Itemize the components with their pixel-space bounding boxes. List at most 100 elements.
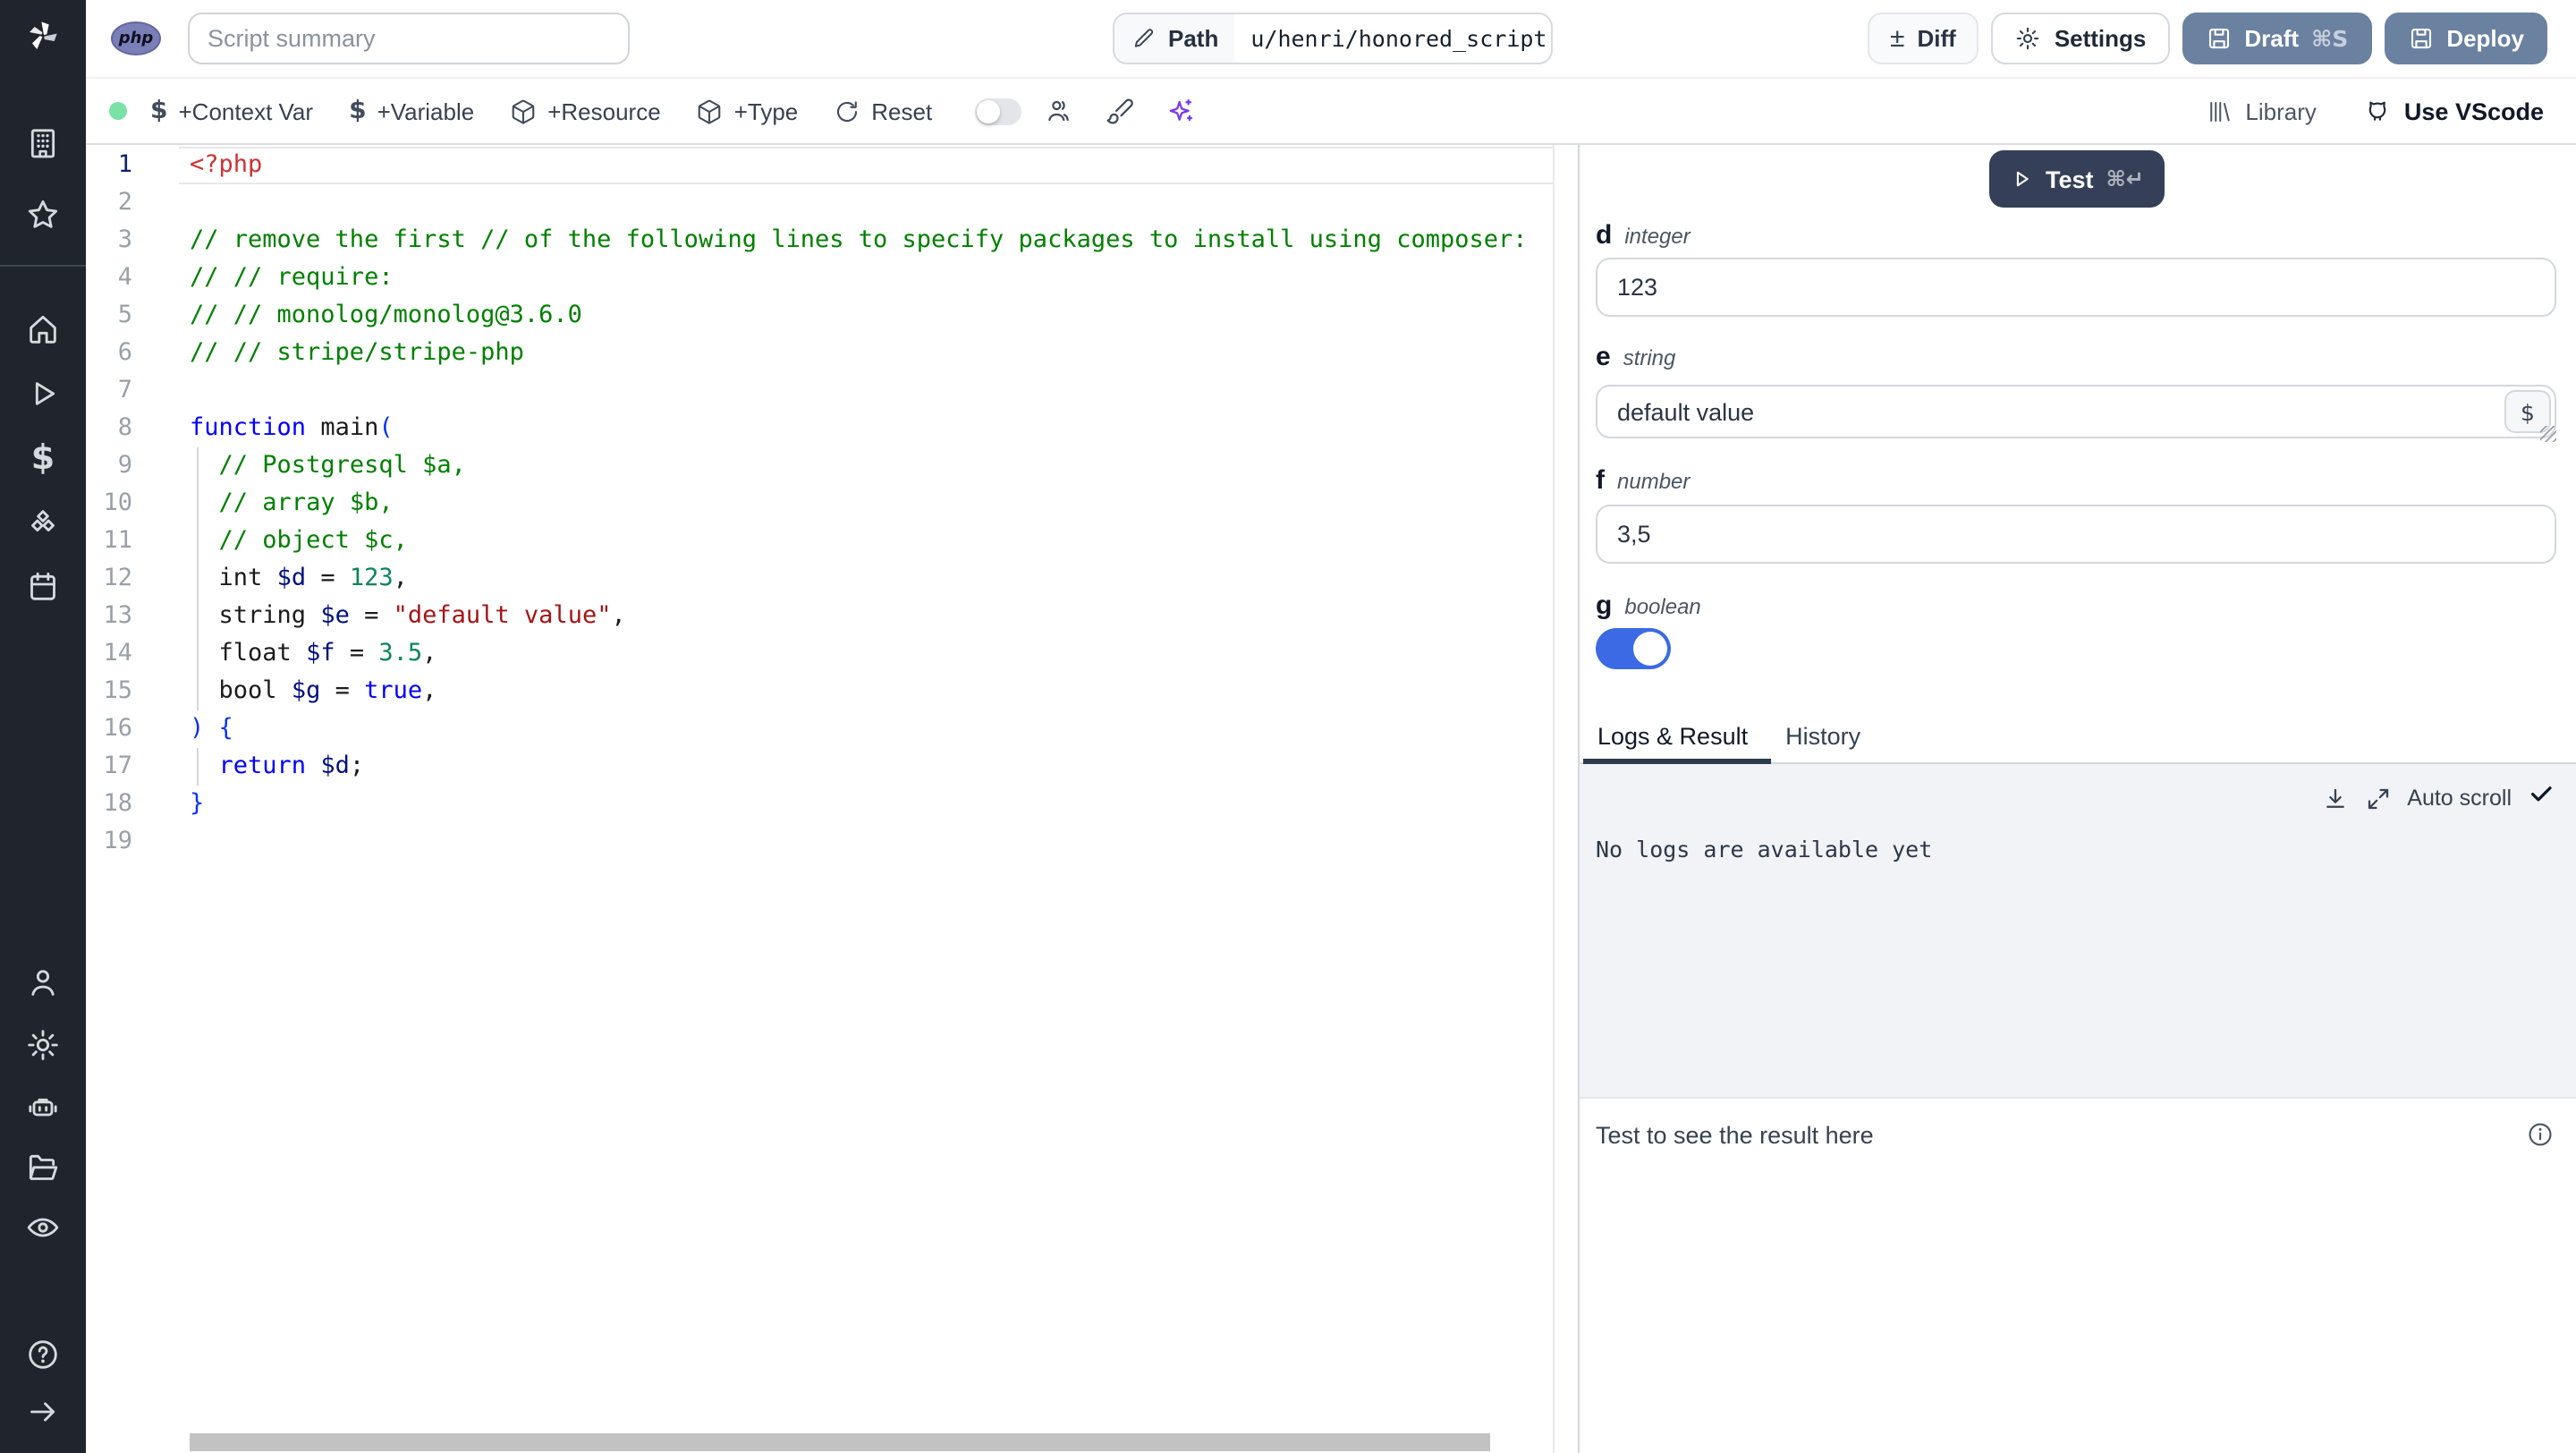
resize-handle[interactable] [2540, 426, 2556, 442]
settings-button[interactable]: Settings [1991, 13, 2170, 64]
add-resource-button[interactable]: +Resource [510, 98, 661, 124]
edit-path-button[interactable]: Path [1114, 14, 1235, 63]
code-line[interactable]: int $d = 123, [190, 560, 1553, 598]
path-label: Path [1168, 25, 1219, 52]
sidebar-item-audit-eye[interactable] [25, 1210, 61, 1245]
favorites-star-icon[interactable] [25, 197, 61, 233]
code-line[interactable]: // object $c, [190, 523, 1553, 560]
sidebar-item-schedules[interactable] [25, 569, 61, 605]
library-icon [2210, 101, 2231, 121]
line-number: 1 [117, 150, 132, 179]
test-button[interactable]: Test ⌘↵ [1988, 150, 2164, 208]
format-brush-icon[interactable] [1100, 91, 1140, 131]
deploy-button[interactable]: Deploy [2384, 13, 2547, 64]
line-number: 7 [117, 376, 132, 404]
top-bar: php Path u/henri/honored_script ± Diff S… [86, 0, 2576, 79]
use-vscode-button[interactable]: Use VScode [2363, 97, 2544, 125]
help-icon[interactable] [25, 1337, 61, 1372]
code-line[interactable]: bool $g = true, [190, 673, 1553, 710]
line-number: 16 [103, 714, 132, 743]
field-type: boolean [1624, 594, 1701, 619]
test-shortcut: ⌘↵ [2106, 166, 2144, 191]
sidebar-divider [0, 265, 86, 267]
code-line[interactable]: function main( [190, 410, 1553, 447]
code-line[interactable] [190, 184, 1553, 222]
line-number: 2 [117, 188, 132, 217]
draft-shortcut: ⌘S [2311, 25, 2349, 52]
code-line[interactable]: // Postgresql $a, [190, 447, 1553, 485]
field-input-f[interactable] [1596, 505, 2556, 564]
info-icon[interactable] [2526, 1120, 2555, 1149]
field-type: number [1617, 469, 1690, 494]
boolean-toggle-g[interactable] [1596, 628, 1671, 669]
reset-button[interactable]: Reset [834, 98, 932, 124]
field-label-f: f number [1596, 465, 2556, 496]
line-number: 9 [117, 451, 132, 480]
language-badge-php: php [111, 21, 161, 55]
script-summary-input[interactable] [188, 13, 630, 64]
sidebar-item-account[interactable] [25, 964, 61, 1000]
tab-history[interactable]: History [1771, 723, 1884, 762]
add-type-button[interactable]: +Type [697, 98, 798, 124]
code-line[interactable]: string $e = "default value", [190, 598, 1553, 635]
field-name: d [1596, 220, 1613, 251]
code-editor[interactable]: 1 2 3 4 5 6 7 8 9 10 11 12 13 14 15 16 17 18 19 <?php // r… [86, 145, 1555, 1453]
logs-panel: Auto scroll No logs are available yet [1580, 764, 2576, 1097]
add-variable-button[interactable]: $ +Variable [349, 97, 474, 125]
field-input-e[interactable]: default value $ [1596, 385, 2556, 442]
sidebar-item-resources[interactable] [25, 505, 61, 540]
expand-logs-icon[interactable] [2364, 785, 2391, 811]
code-line[interactable]: // remove the first // of the following … [190, 222, 1553, 259]
workspace-icon[interactable] [25, 125, 61, 161]
code-line[interactable]: // // stripe/stripe-php [190, 335, 1553, 372]
horizontal-scrollbar[interactable] [190, 1433, 1490, 1451]
add-context-var-button[interactable]: $ +Context Var [150, 97, 313, 125]
code-line[interactable]: // // monolog/monolog@3.6.0 [190, 297, 1553, 335]
code-line[interactable]: ) { [190, 710, 1553, 748]
multiplayer-users-icon[interactable] [1039, 91, 1079, 131]
download-logs-icon[interactable] [2321, 785, 2348, 811]
code-line[interactable] [190, 823, 1553, 861]
sidebar-item-runs[interactable] [25, 376, 61, 412]
code-line[interactable]: } [190, 786, 1553, 823]
code-line[interactable]: // // require: [190, 259, 1553, 297]
library-button[interactable]: Library [2206, 98, 2317, 124]
code-line[interactable]: <?php [190, 147, 1553, 184]
script-path[interactable]: Path u/henri/honored_script [1113, 13, 1553, 64]
code-line[interactable]: float $f = 3.5, [190, 635, 1553, 673]
draft-button[interactable]: Draft ⌘S [2182, 13, 2372, 64]
sidebar-item-settings[interactable] [25, 1027, 61, 1063]
reset-icon [837, 100, 858, 122]
code-line[interactable]: // array $b, [190, 485, 1553, 523]
autoscroll-checkbox[interactable] [2528, 780, 2555, 816]
code-line[interactable]: return $d; [190, 748, 1553, 786]
line-number: 10 [103, 489, 132, 517]
test-label: Test [2046, 166, 2094, 192]
line-number: 11 [103, 526, 132, 555]
ai-sparkles-icon[interactable] [1161, 91, 1200, 131]
sidebar-item-variables[interactable]: $ [25, 438, 61, 478]
field-type: integer [1624, 224, 1690, 249]
windmill-logo[interactable] [25, 18, 61, 54]
code-content[interactable]: <?php // remove the first // of the foll… [190, 147, 1553, 861]
test-panel: Test ⌘↵ d integer e string default value [1580, 145, 2576, 1453]
line-number: 13 [103, 601, 132, 630]
field-input-d[interactable] [1596, 258, 2556, 317]
sidebar-item-home[interactable] [25, 311, 61, 347]
sidebar-item-workers[interactable] [25, 1088, 61, 1124]
sidebar-item-folders[interactable] [25, 1149, 61, 1185]
add-resource-label: +Resource [547, 98, 661, 124]
line-number-gutter: 1 2 3 4 5 6 7 8 9 10 11 12 13 14 15 16 17 18 19 [86, 147, 132, 861]
line-number: 12 [103, 564, 132, 592]
expand-sidebar-arrow-icon[interactable] [25, 1394, 61, 1430]
tab-logs-result[interactable]: Logs & Result [1583, 723, 1772, 764]
diff-button[interactable]: ± Diff [1867, 13, 1979, 64]
code-line[interactable] [190, 372, 1553, 410]
autoscroll-label[interactable]: Auto scroll [2407, 786, 2512, 811]
editor-scrollbar-track[interactable] [1555, 145, 1580, 1453]
multiplayer-toggle[interactable] [975, 98, 1022, 124]
diff-icon: ± [1890, 23, 1905, 54]
path-value: u/henri/honored_script [1250, 25, 1547, 52]
field-label-g: g boolean [1596, 591, 2556, 621]
line-number: 19 [103, 827, 132, 855]
